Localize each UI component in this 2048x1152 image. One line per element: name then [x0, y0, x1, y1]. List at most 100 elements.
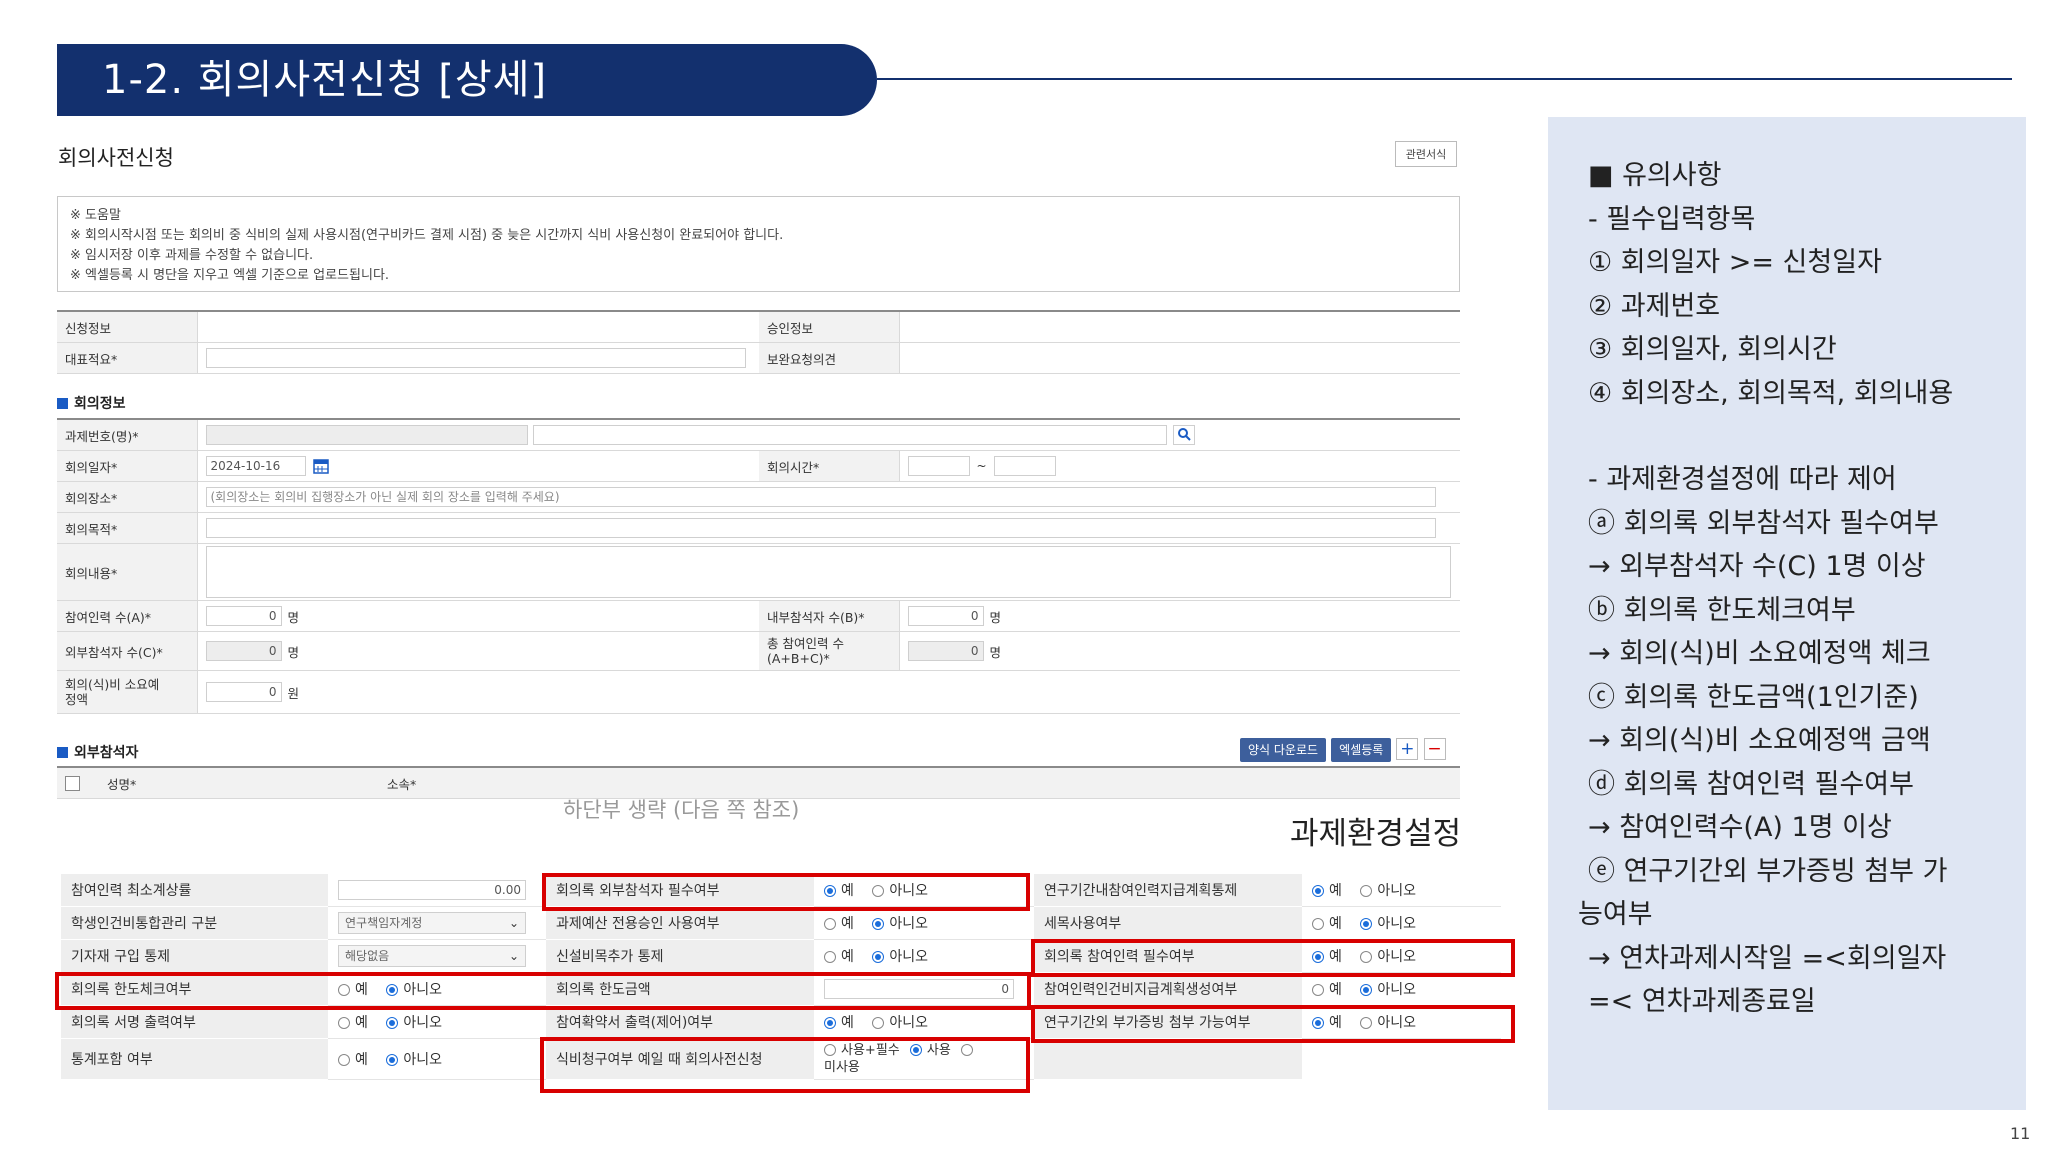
env-empty-cell — [1034, 1038, 1302, 1080]
radio-no[interactable]: 아니오 — [386, 1015, 442, 1031]
radio-label: 아니오 — [889, 949, 928, 965]
project-label: 과제번호(명)* — [57, 419, 198, 451]
highlight-box — [540, 1037, 1030, 1093]
budget-input[interactable]: 0 — [205, 682, 282, 702]
notes-line: ⓑ 회의록 한도체크여부 — [1588, 594, 1856, 626]
meeting-info-title: 회의정보 — [74, 396, 126, 412]
select-all-checkbox[interactable] — [65, 776, 80, 791]
radio-label: 아니오 — [889, 1015, 928, 1031]
place-input[interactable]: (회의장소는 회의비 집행장소가 아닌 실제 회의 장소를 입력해 주세요) — [205, 487, 1436, 507]
radio-button[interactable] — [824, 918, 836, 930]
count-a-input[interactable]: 0 — [205, 606, 282, 626]
radio-group: 예 아니오 — [1302, 972, 1501, 1006]
notes-line: → 회의(식)비 소요예정액 체크 — [1588, 638, 1931, 669]
radio-button[interactable] — [824, 951, 836, 963]
radio-yes[interactable]: 예 — [824, 949, 854, 965]
content-textarea[interactable] — [205, 546, 1451, 598]
highlight-box — [1031, 1005, 1515, 1043]
notes-line: =< 연차과제종료일 — [1588, 986, 1816, 1017]
purpose-input[interactable] — [205, 518, 1436, 538]
radio-button[interactable] — [1360, 918, 1373, 930]
equipment-select[interactable]: 해당없음 ⌄ — [338, 945, 526, 967]
env-label: 참여인력인건비지급계획생성여부 — [1034, 972, 1302, 1006]
form-title: 회의사전신청 — [58, 146, 174, 170]
place-label: 회의장소* — [57, 481, 198, 513]
excel-upload-button[interactable]: 엑셀등록 — [1331, 738, 1392, 762]
env-empty-cell — [1302, 1038, 1501, 1080]
radio-button[interactable] — [872, 951, 885, 963]
notes-line: ⓐ 회의록 외부참석자 필수여부 — [1588, 507, 1939, 539]
budget-label-line: 회의(식)비 소요예 — [65, 677, 160, 692]
add-row-button[interactable]: + — [1396, 738, 1419, 760]
notes-line: ① 회의일자 >= 신청일자 — [1588, 247, 1882, 278]
unit-label: 명 — [287, 644, 300, 660]
radio-yes[interactable]: 예 — [1312, 982, 1342, 998]
radio-button[interactable] — [1312, 918, 1324, 930]
project-name-input[interactable] — [533, 425, 1168, 445]
rep-summary-input[interactable] — [205, 348, 746, 368]
radio-no[interactable]: 아니오 — [872, 916, 928, 932]
apply-info-value — [197, 311, 759, 343]
count-b-input[interactable]: 0 — [907, 606, 984, 626]
notes-line: - 과제환경설정에 따라 제어 — [1588, 464, 1897, 495]
radio-label: 아니오 — [1377, 883, 1416, 899]
notes-line: ⓓ 회의록 참여인력 필수여부 — [1588, 768, 1914, 800]
radio-button[interactable] — [872, 1017, 885, 1029]
radio-label: 예 — [355, 1015, 368, 1031]
min-rate-input[interactable]: 0.00 — [338, 880, 526, 900]
omitted-note: 하단부 생략 (다음 쪽 참조) — [563, 798, 800, 822]
radio-button[interactable] — [824, 1017, 836, 1029]
radio-button[interactable] — [338, 1017, 350, 1029]
start-time-input[interactable] — [907, 456, 970, 476]
radio-no[interactable]: 아니오 — [872, 949, 928, 965]
external-toolbar: 양식 다운로드 엑셀등록 + − — [1240, 738, 1446, 762]
radio-label: 예 — [841, 916, 854, 932]
notes-line — [1588, 415, 2018, 458]
external-attendees-title: 외부참석자 — [74, 745, 139, 761]
chevron-down-icon: ⌄ — [508, 916, 519, 930]
radio-button[interactable] — [1312, 885, 1324, 897]
notes-line: ⓒ 회의록 한도금액(1인기준) — [1588, 681, 1919, 713]
radio-yes[interactable]: 예 — [824, 1015, 854, 1031]
project-search-button[interactable] — [1173, 425, 1196, 445]
radio-button[interactable] — [386, 1017, 399, 1029]
notes-line: ② 과제번호 — [1588, 290, 1721, 322]
external-attendees-header: 외부참석자 — [57, 742, 138, 762]
remove-row-button[interactable]: − — [1423, 738, 1446, 760]
env-label: 통계포함 여부 — [61, 1038, 328, 1080]
related-forms-button[interactable]: 관련서식 — [1395, 141, 1457, 167]
budget-label: 회의(식)비 소요예 정액 — [57, 670, 198, 714]
radio-no[interactable]: 아니오 — [386, 1052, 442, 1068]
radio-button[interactable] — [1360, 885, 1373, 897]
radio-yes[interactable]: 예 — [824, 916, 854, 932]
apply-info-table: 신청정보 승인정보 대표적요* 보완요청의견 — [57, 310, 1460, 374]
calendar-icon[interactable] — [313, 458, 330, 474]
radio-no[interactable]: 아니오 — [1360, 982, 1416, 998]
end-time-input[interactable] — [993, 456, 1056, 476]
radio-no[interactable]: 아니오 — [1360, 916, 1416, 932]
notes-line: ④ 회의장소, 회의목적, 회의내용 — [1588, 377, 1954, 409]
notes-line: → 연차과제시작일 =<회의일자 — [1588, 942, 1947, 974]
radio-button[interactable] — [338, 1054, 350, 1066]
radio-no[interactable]: 아니오 — [1360, 883, 1416, 899]
notes-line: - 필수입력항목 — [1588, 203, 1756, 235]
radio-button[interactable] — [1312, 984, 1324, 996]
radio-yes[interactable]: 예 — [338, 1052, 368, 1068]
radio-button[interactable] — [386, 1054, 399, 1066]
radio-group: 예 아니오 — [1302, 874, 1501, 907]
env-label: 학생인건비통합관리 구분 — [61, 906, 328, 940]
radio-button[interactable] — [872, 918, 885, 930]
notes-line: ③ 회의일자, 회의시간 — [1588, 334, 1837, 365]
meeting-date-input[interactable]: 2024-10-16 — [205, 456, 306, 476]
count-total-label-line: (A+B+C)* — [767, 651, 830, 666]
project-number-input[interactable] — [205, 425, 528, 445]
radio-yes[interactable]: 예 — [1312, 916, 1342, 932]
unit-label: 명 — [989, 609, 1002, 625]
purpose-label: 회의목적* — [57, 512, 198, 544]
radio-button[interactable] — [1360, 984, 1373, 996]
radio-yes[interactable]: 예 — [338, 1015, 368, 1031]
radio-yes[interactable]: 예 — [1312, 883, 1342, 899]
radio-no[interactable]: 아니오 — [872, 1015, 928, 1031]
download-template-button[interactable]: 양식 다운로드 — [1240, 738, 1327, 762]
student-mgmt-select[interactable]: 연구책임자계정 ⌄ — [338, 912, 526, 934]
